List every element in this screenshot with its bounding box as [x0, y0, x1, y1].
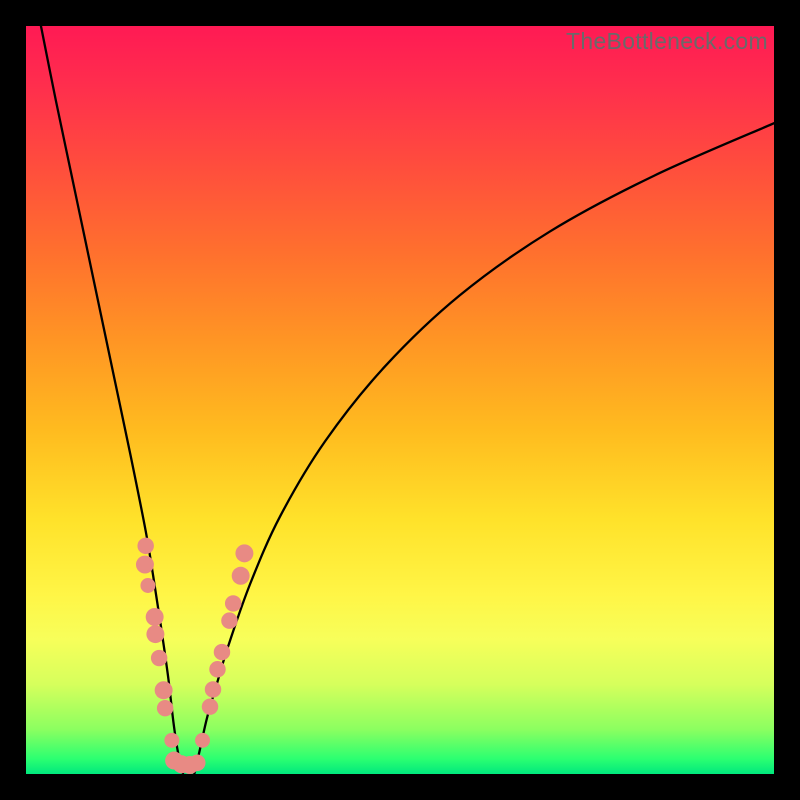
marker-dot — [195, 733, 210, 748]
marker-dot — [137, 538, 153, 554]
watermark-text: TheBottleneck.com — [566, 28, 768, 55]
marker-dot — [214, 644, 230, 660]
outer-frame: TheBottleneck.com — [0, 0, 800, 800]
marker-dot — [146, 608, 164, 626]
plot-area: TheBottleneck.com — [26, 26, 774, 774]
marker-dot — [202, 698, 218, 714]
curve-right-branch — [194, 123, 774, 774]
marker-dot — [155, 681, 173, 699]
marker-dot — [205, 681, 221, 697]
marker-dot — [157, 700, 173, 716]
marker-dot — [221, 612, 237, 628]
marker-dot — [140, 578, 155, 593]
marker-dot — [235, 544, 253, 562]
marker-dot — [225, 595, 241, 611]
marker-dot — [232, 567, 250, 585]
marker-dot — [146, 625, 164, 643]
marker-dot — [209, 661, 225, 677]
chart-svg — [26, 26, 774, 774]
marker-dot — [136, 556, 154, 574]
marker-dot — [151, 650, 167, 666]
marker-dot — [189, 755, 205, 771]
marker-dot — [164, 733, 179, 748]
